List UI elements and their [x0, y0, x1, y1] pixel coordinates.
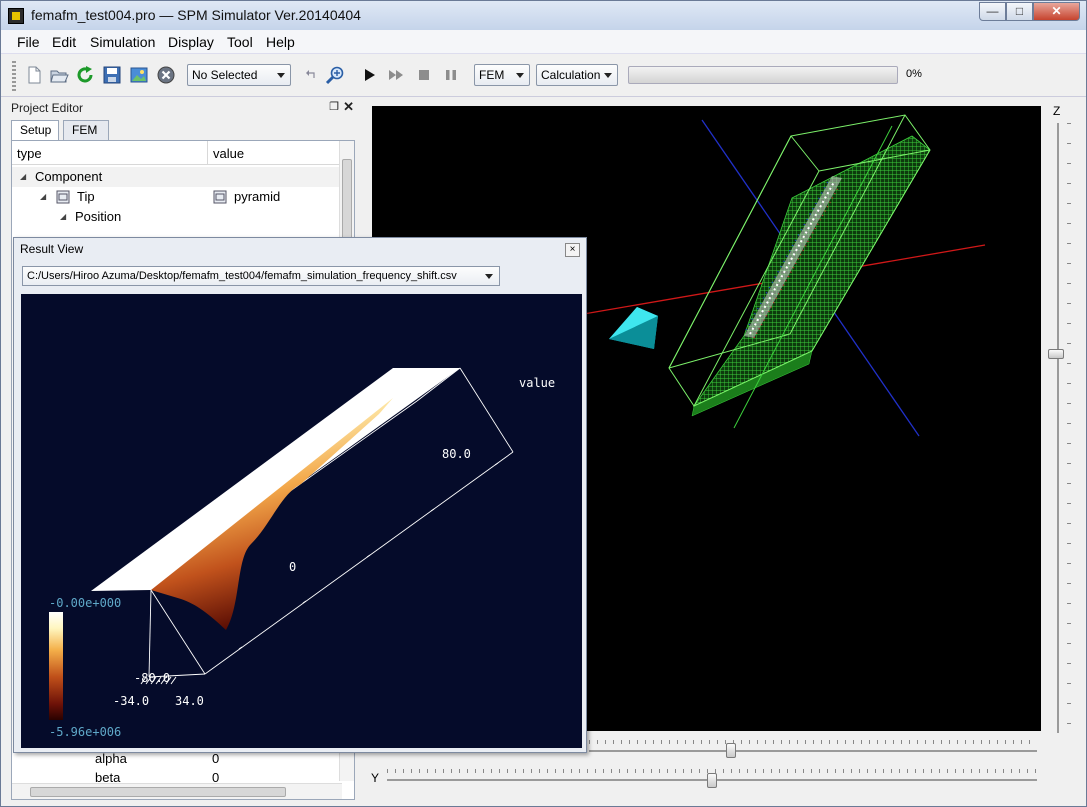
axis-x-right-label: 34.0: [175, 694, 204, 708]
y-axis-line: [733, 125, 893, 429]
chevron-down-icon: [516, 73, 524, 78]
tree-row-position[interactable]: ◢ Position: [12, 207, 342, 227]
close-button[interactable]: ✕: [1033, 2, 1080, 21]
z-slider-label: Z: [1053, 104, 1061, 118]
app-icon: [8, 8, 24, 24]
result-file-path: C:/Users/Hiroo Azuma/Desktop/femafm_test…: [27, 270, 457, 282]
reload-icon[interactable]: [75, 65, 95, 85]
project-editor-title: Project Editor: [11, 101, 84, 115]
image-icon[interactable]: [129, 65, 149, 85]
colorbar-min-label: -5.96e+006: [49, 725, 122, 739]
menu-edit[interactable]: Edit: [52, 34, 76, 50]
z-slider-thumb[interactable]: [1048, 349, 1064, 359]
result-file-combo[interactable]: C:/Users/Hiroo Azuma/Desktop/femafm_test…: [22, 266, 500, 286]
x-slider-thumb[interactable]: [726, 743, 736, 758]
menu-simulation[interactable]: Simulation: [90, 34, 155, 50]
menu-bar: File Edit Simulation Display Tool Help: [1, 30, 1086, 54]
toolbar-grip[interactable]: [12, 61, 16, 91]
colorbar-max-label: -0.00e+000: [49, 596, 122, 610]
result-view-close-button[interactable]: ×: [565, 243, 580, 257]
toolbar: No Selected FEM Calculation 0%: [1, 55, 1086, 97]
chevron-down-icon: [604, 73, 612, 78]
menu-display[interactable]: Display: [168, 34, 214, 50]
tree-value-tip[interactable]: pyramid: [234, 189, 280, 204]
save-icon[interactable]: [102, 65, 122, 85]
zoom-icon[interactable]: [325, 65, 345, 85]
app-window: femafm_test004.pro — SPM Simulator Ver.2…: [0, 0, 1087, 807]
new-file-icon[interactable]: [24, 65, 44, 85]
play-icon[interactable]: [360, 65, 380, 85]
mode-combo-value: FEM: [479, 68, 505, 82]
surface-body: [151, 398, 393, 630]
z-slider-track[interactable]: [1057, 123, 1059, 733]
expand-triangle-icon[interactable]: ◢: [60, 212, 66, 221]
expand-triangle-icon[interactable]: ◢: [20, 172, 26, 181]
project-editor-header: Project Editor ❐ ✕: [7, 99, 357, 117]
tree-label-position: Position: [75, 209, 122, 224]
tree-label-component: Component: [35, 169, 103, 184]
plot-value-label: value: [519, 376, 556, 390]
action-combo-value: Calculation: [541, 68, 601, 82]
cancel-icon[interactable]: [156, 65, 176, 85]
y-slider-thumb[interactable]: [707, 773, 717, 788]
axis-near-label: -80.0: [134, 671, 171, 685]
z-slider-ticks: [1067, 123, 1071, 733]
undo-icon[interactable]: [302, 65, 322, 85]
axis-far-label: 80.0: [442, 447, 471, 461]
scrollbar-thumb[interactable]: [30, 787, 286, 797]
selection-combo[interactable]: No Selected: [187, 64, 291, 86]
sample-mesh: [692, 135, 931, 408]
tree-value-alpha[interactable]: 0: [212, 751, 219, 766]
chevron-down-icon: [277, 73, 285, 78]
axis-mid-label: 0: [289, 560, 297, 574]
object-icon: [56, 190, 70, 204]
tree-horizontal-scrollbar[interactable]: [12, 783, 342, 799]
tab-setup[interactable]: Setup: [11, 120, 59, 140]
tree-label-alpha: alpha: [95, 751, 127, 766]
tree-row-component[interactable]: ◢ Component: [12, 167, 342, 187]
tree-label-tip: Tip: [77, 189, 95, 204]
maximize-button[interactable]: □: [1006, 2, 1033, 21]
title-bar: femafm_test004.pro — SPM Simulator Ver.2…: [1, 1, 1086, 30]
close-dock-icon[interactable]: ✕: [343, 99, 354, 115]
column-value: value: [213, 146, 245, 161]
progress-bar: [628, 66, 898, 84]
result-view-dialog[interactable]: Result View × C:/Users/Hiroo Azuma/Deskt…: [13, 237, 587, 753]
stop-icon[interactable]: [414, 65, 434, 85]
surface-top: [91, 368, 460, 591]
minimize-button[interactable]: —: [979, 2, 1006, 21]
tree-row-tip[interactable]: ◢ Tip pyramid: [12, 187, 342, 207]
float-dock-icon[interactable]: ❐: [329, 100, 339, 113]
tab-fem[interactable]: FEM: [63, 120, 109, 140]
scrollbar-thumb[interactable]: [342, 159, 352, 239]
column-type: type: [17, 146, 42, 161]
menu-file[interactable]: File: [17, 34, 40, 50]
window-title: femafm_test004.pro — SPM Simulator Ver.2…: [31, 7, 361, 23]
tree-header: type value: [12, 141, 342, 165]
result-view-title: Result View: [20, 242, 84, 256]
fast-forward-icon[interactable]: [387, 65, 407, 85]
progress-label: 0%: [906, 68, 922, 80]
project-editor-tabs: Setup FEM: [11, 120, 351, 140]
result-plot[interactable]: value -0.00e+000 -5.96e+006 80.0 -80.0 -…: [21, 294, 582, 748]
chevron-down-icon: [485, 274, 493, 279]
expand-triangle-icon[interactable]: ◢: [40, 192, 46, 201]
object-icon: [213, 190, 227, 204]
x-slider-track[interactable]: [589, 750, 1037, 752]
surface-plot: [49, 367, 514, 720]
colorbar: [49, 612, 63, 720]
column-separator: [207, 141, 208, 165]
y-slider-label: Y: [371, 771, 380, 785]
menu-help[interactable]: Help: [266, 34, 295, 50]
axis-x-left-label: -34.0: [113, 694, 150, 708]
tip-pyramid: [609, 307, 658, 349]
action-combo[interactable]: Calculation: [536, 64, 618, 86]
open-folder-icon[interactable]: [49, 65, 69, 85]
selection-combo-value: No Selected: [192, 68, 258, 82]
pause-icon[interactable]: [441, 65, 461, 85]
mode-combo[interactable]: FEM: [474, 64, 530, 86]
x-slider-ticks: [589, 740, 1037, 744]
menu-tool[interactable]: Tool: [227, 34, 253, 50]
